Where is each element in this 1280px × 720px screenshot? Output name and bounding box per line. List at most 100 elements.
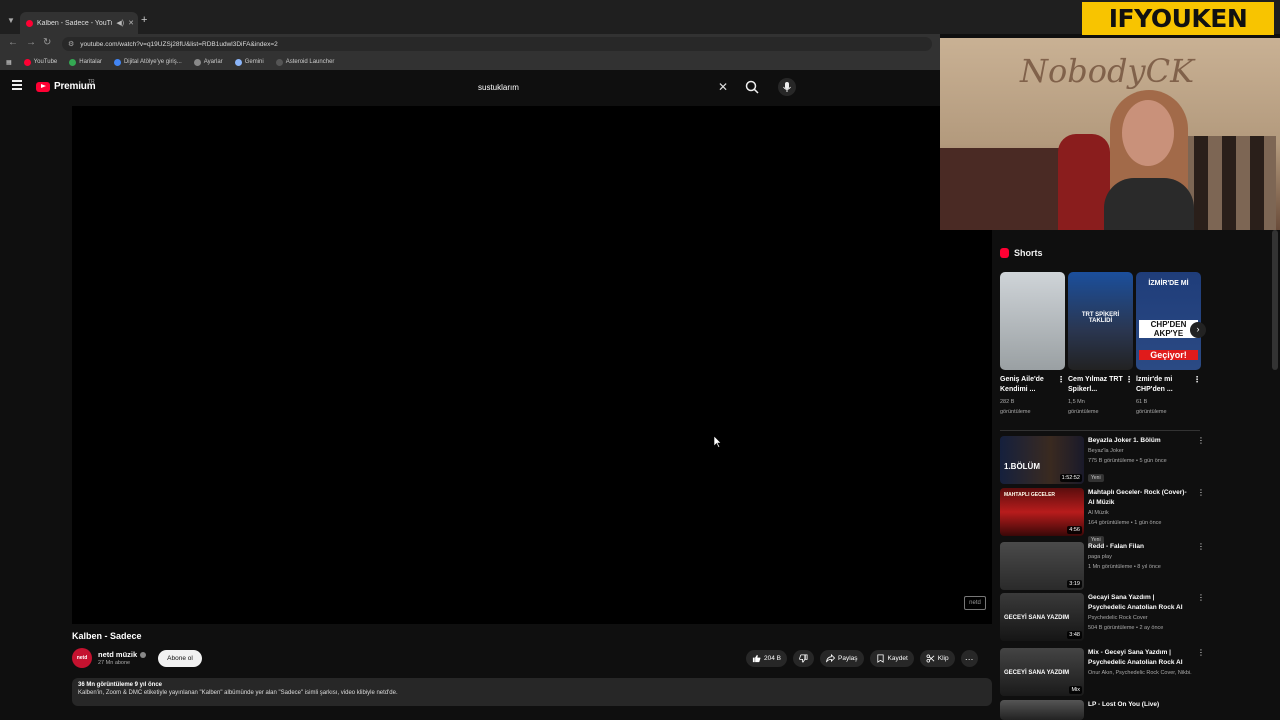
youtube-play-icon xyxy=(36,81,50,92)
divider xyxy=(1000,430,1200,431)
subscriber-count: 27 Mn abone xyxy=(98,660,131,666)
save-button[interactable]: Kaydet xyxy=(869,650,914,667)
video-title: Redd - Falan Filan xyxy=(1088,543,1144,550)
video-menu-icon[interactable]: ⋮ xyxy=(1197,542,1205,551)
sidebar-scrollbar[interactable] xyxy=(1272,230,1278,370)
like-button[interactable]: 204 B xyxy=(746,650,787,667)
audio-playing-icon[interactable]: ◀) xyxy=(116,19,124,27)
channel-name[interactable]: Beyaz'la Joker xyxy=(1088,446,1192,456)
mix-badge: Mix xyxy=(1069,686,1082,694)
video-thumbnail[interactable]: MAHTAPLI GECELER 4:56 xyxy=(1000,488,1084,536)
channel-name[interactable]: Al Müzik xyxy=(1088,508,1192,518)
bookmarks-bar: ▦ YouTube Haritalar Dijital Atölye'ye gi… xyxy=(0,54,940,70)
region-code: TR xyxy=(88,79,95,85)
channel-name[interactable]: Psychedelic Rock Cover xyxy=(1088,613,1192,623)
view-stats: 36 Mn görüntüleme 9 yıl önce xyxy=(78,682,163,688)
new-tab-button[interactable]: + xyxy=(141,14,147,26)
forward-arrow-icon[interactable]: → xyxy=(26,37,36,48)
short-thumbnail[interactable]: TRT SPİKERİ TAKLİDİ xyxy=(1068,272,1133,370)
maps-pin-icon xyxy=(69,58,77,66)
netd-watermark: netd xyxy=(964,596,986,610)
browser-tab[interactable]: Kalben - Sadece - YouTube ◀) ✕ xyxy=(20,12,138,34)
short-item[interactable]: İZMİR'DE Mİ CHP'DEN AKP'YE Geçiyor! İzmi… xyxy=(1136,272,1201,417)
description-box[interactable]: 36 Mn görüntüleme 9 yıl önce Kalben'in, … xyxy=(72,678,992,706)
channel-avatar[interactable]: netd xyxy=(72,648,92,668)
tab-title: Kalben - Sadece - YouTube xyxy=(37,19,112,27)
video-actions: 204 B Paylaş Kaydet Klip … xyxy=(746,650,978,667)
short-thumbnail[interactable]: İZMİR'DE Mİ CHP'DEN AKP'YE Geçiyor! xyxy=(1136,272,1201,370)
video-title: Mahtaplı Geceler- Rock (Cover)- Al Müzik xyxy=(1088,489,1187,506)
tab-close-icon[interactable]: ✕ xyxy=(128,19,134,27)
bookmark-gemini[interactable]: Gemini xyxy=(234,58,264,66)
recommendation-item[interactable]: 3:19 Redd - Falan Filan paga play 1 Mn g… xyxy=(1000,542,1205,590)
short-thumbnail[interactable] xyxy=(1000,272,1065,370)
menu-hamburger-icon[interactable] xyxy=(12,80,22,92)
duration-badge: 1:52:52 xyxy=(1059,474,1082,482)
video-thumbnail[interactable]: 3:19 xyxy=(1000,542,1084,590)
scissors-icon xyxy=(926,654,935,663)
webcam-person-face xyxy=(1122,100,1174,166)
view-stats: 504 B görüntüleme • 2 ay önce xyxy=(1088,625,1164,631)
channel-name[interactable]: netd müzik xyxy=(98,650,147,659)
google-icon xyxy=(113,58,121,66)
recommendation-item[interactable]: MAHTAPLI GECELER 4:56 Mahtaplı Geceler- … xyxy=(1000,488,1205,544)
recommendation-item[interactable]: LP - Lost On You (Live) xyxy=(1000,700,1205,720)
video-title: Mix - Geceyi Sana Yazdım | Psychedelic A… xyxy=(1088,649,1183,666)
short-menu-icon[interactable]: ⋮ xyxy=(1057,375,1065,385)
tab-search-icon[interactable]: ▼ xyxy=(4,14,18,28)
url-text: youtube.com/watch?v=q19UZSj28fU&list=RDB… xyxy=(80,40,278,48)
recommendation-item[interactable]: GECEYİ SANA YAZDIM Mix Mix - Geceyi Sana… xyxy=(1000,648,1205,696)
back-arrow-icon[interactable]: ← xyxy=(8,37,18,48)
mouse-cursor-icon xyxy=(714,436,722,448)
bookmark-youtube[interactable]: YouTube xyxy=(23,58,57,66)
video-thumbnail[interactable]: GECEYİ SANA YAZDIM Mix xyxy=(1000,648,1084,696)
short-item[interactable]: TRT SPİKERİ TAKLİDİ Cem Yılmaz TRT Spike… xyxy=(1068,272,1133,417)
video-title: LP - Lost On You (Live) xyxy=(1088,701,1160,708)
bookmark-settings[interactable]: Ayarlar xyxy=(193,58,223,66)
channel-name[interactable]: Onur Akın, Psychedelic Rock Cover, Nikbi… xyxy=(1088,668,1192,678)
recommendation-item[interactable]: GECEYİ SANA YAZDIM 3:48 Gecayi Sana Yazd… xyxy=(1000,593,1205,641)
share-button[interactable]: Paylaş xyxy=(820,650,864,667)
site-info-icon[interactable]: ⚙ xyxy=(68,40,74,48)
url-field[interactable]: ⚙ youtube.com/watch?v=q19UZSj28fU&list=R… xyxy=(62,37,932,51)
shorts-header: Shorts xyxy=(1000,248,1043,258)
short-menu-icon[interactable]: ⋮ xyxy=(1193,375,1201,385)
youtube-favicon-icon xyxy=(26,19,33,27)
video-menu-icon[interactable]: ⋮ xyxy=(1197,436,1205,445)
short-menu-icon[interactable]: ⋮ xyxy=(1125,375,1133,385)
bookmark-asteroid[interactable]: Asteroid Launcher xyxy=(275,58,334,66)
bookmark-dijital-atolye[interactable]: Dijital Atölye'ye giriş... xyxy=(113,58,182,66)
apps-grid-icon[interactable]: ▦ xyxy=(6,59,12,66)
video-title: Gecayi Sana Yazdım | Psychedelic Anatoli… xyxy=(1088,594,1183,611)
subscribe-button[interactable]: Abone ol xyxy=(158,650,202,667)
bookmark-maps[interactable]: Haritalar xyxy=(69,58,102,66)
short-item[interactable]: Geniş Aile'de Kendimi ... ⋮ 282 B görüntü… xyxy=(1000,272,1065,417)
search-icon[interactable] xyxy=(744,79,760,95)
more-actions-icon[interactable]: … xyxy=(960,650,978,667)
thumbs-down-icon xyxy=(799,654,808,663)
recommendation-item[interactable]: 1.BÖLÜM 1:52:52 Beyazla Joker 1. Bölüm B… xyxy=(1000,436,1205,484)
video-thumbnail[interactable] xyxy=(1000,700,1084,720)
webcam-poster-wall xyxy=(940,148,1060,230)
video-thumbnail[interactable]: 1.BÖLÜM 1:52:52 xyxy=(1000,436,1084,484)
shorts-next-chevron-icon[interactable]: › xyxy=(1190,322,1206,338)
reload-icon[interactable]: ↻ xyxy=(43,37,51,48)
search-input[interactable]: sustuklarım xyxy=(478,83,718,92)
dislike-button[interactable] xyxy=(793,650,814,667)
video-menu-icon[interactable]: ⋮ xyxy=(1197,648,1205,657)
microphone-icon[interactable] xyxy=(778,78,796,96)
video-menu-icon[interactable]: ⋮ xyxy=(1197,488,1205,497)
clear-search-icon[interactable]: ✕ xyxy=(718,80,728,94)
video-player[interactable]: netd xyxy=(72,106,992,624)
clip-button[interactable]: Klip xyxy=(919,650,955,667)
view-stats: 1 Mn görüntüleme • 8 yıl önce xyxy=(1088,564,1161,570)
duration-badge: 3:48 xyxy=(1067,631,1082,639)
channel-name[interactable]: paga play xyxy=(1088,552,1192,562)
video-menu-icon[interactable]: ⋮ xyxy=(1197,593,1205,602)
shorts-shelf: Geniş Aile'de Kendimi ... ⋮ 282 B görüntü… xyxy=(1000,272,1201,417)
asteroid-icon xyxy=(275,58,283,66)
view-stats: 775 B görüntüleme • 5 gün önce xyxy=(1088,458,1167,464)
search-box[interactable]: sustuklarım ✕ xyxy=(470,78,742,96)
youtube-premium-logo[interactable]: Premium TR xyxy=(36,79,96,92)
video-thumbnail[interactable]: GECEYİ SANA YAZDIM 3:48 xyxy=(1000,593,1084,641)
